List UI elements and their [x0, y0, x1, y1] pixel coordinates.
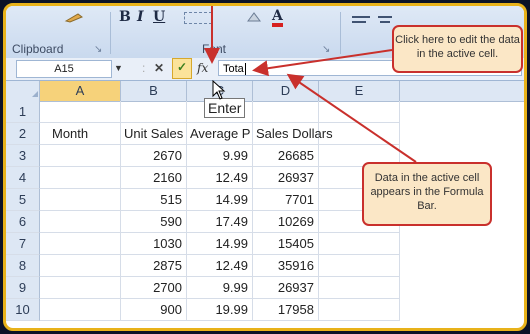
callout-arrows: [204, 6, 417, 163]
screenshot-frame: B I U A Clipboard ↘ Font ↘ A15 ▼ : ✕ ✓ f…: [3, 3, 527, 331]
arrow-to-enter-button: [252, 49, 393, 77]
arrow-to-formula-input: [286, 73, 417, 163]
